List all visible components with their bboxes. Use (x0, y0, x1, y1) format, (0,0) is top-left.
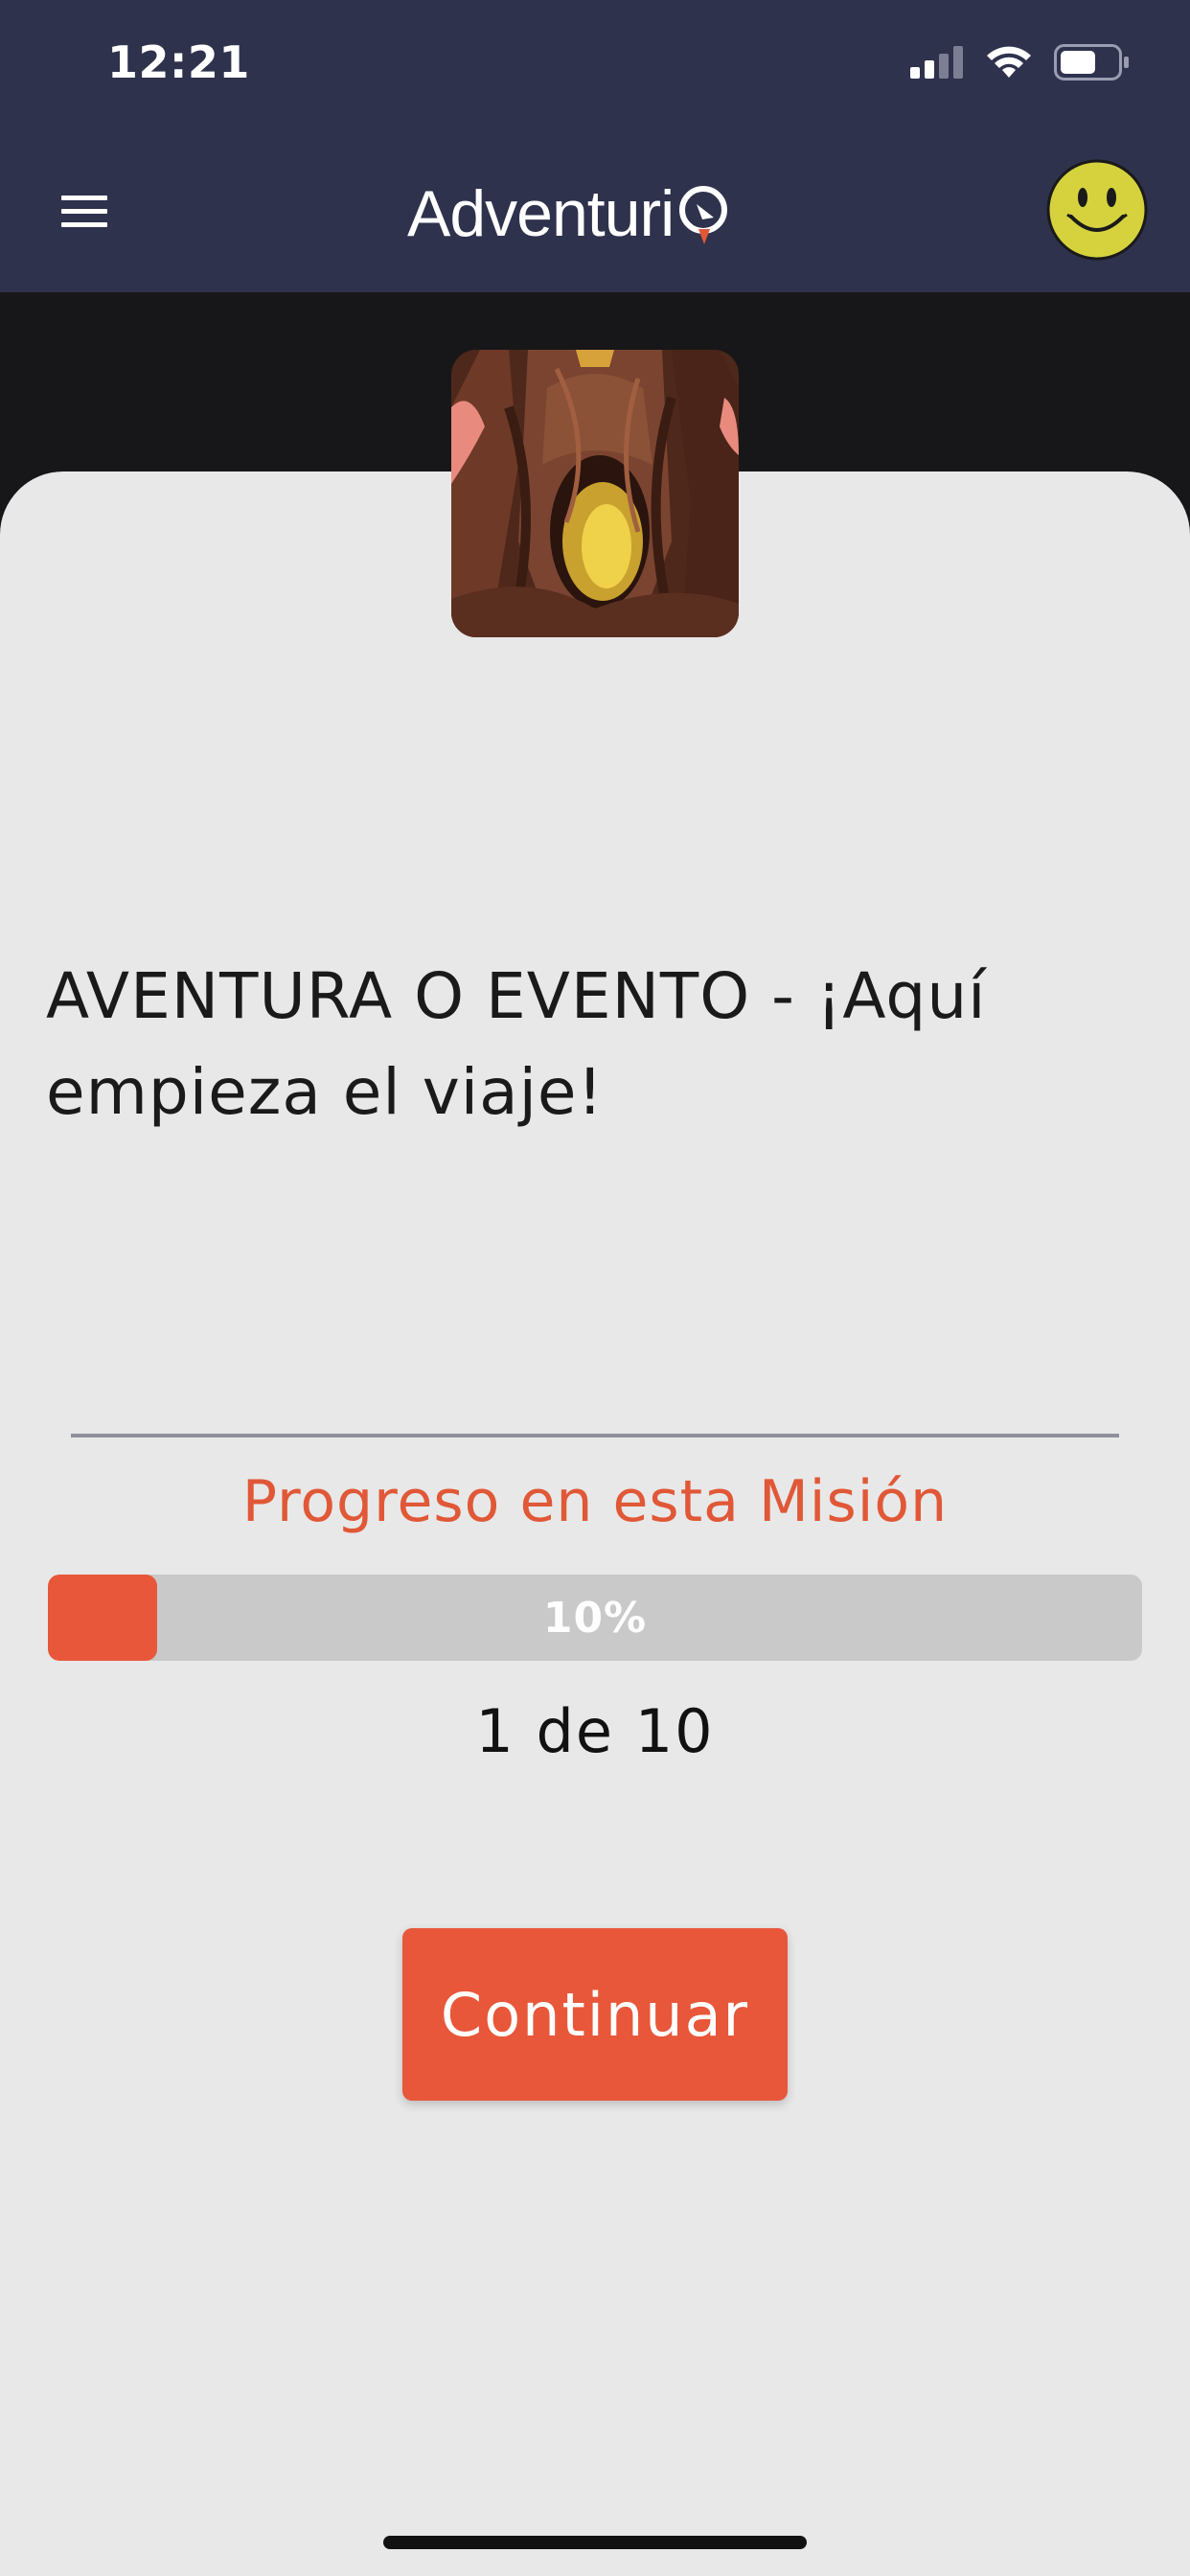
status-time: 12:21 (107, 36, 250, 88)
progress-count: 1 de 10 (475, 1696, 715, 1766)
mission-title: AVENTURA O EVENTO - ¡Aquí empieza el via… (46, 959, 987, 1129)
forest-cave-illustration (451, 350, 739, 637)
progress-bar: 10% (48, 1575, 1142, 1661)
brand-logo[interactable]: Adventuri (407, 171, 731, 257)
progress-heading: Progreso en esta Misión (241, 1468, 949, 1535)
hamburger-menu-icon (61, 194, 107, 232)
wifi-icon (985, 45, 1033, 83)
app-header: 12:21 Adventuri (0, 0, 1190, 292)
battery-icon (1054, 44, 1131, 84)
continue-button[interactable]: Continuar (402, 1928, 788, 2101)
status-icons (910, 44, 1131, 84)
smiley-face-icon (1046, 159, 1148, 264)
compass-pin-icon (675, 173, 731, 254)
progress-percent: 10% (542, 1593, 648, 1643)
brand-name: Adventuri (407, 177, 675, 250)
cellular-signal-icon (910, 46, 964, 82)
menu-button[interactable] (56, 184, 113, 242)
avatar[interactable] (1046, 159, 1148, 261)
mission-screen: 12:21 Adventuri AVENTURA O EVENTO - ¡Aqu… (0, 0, 1190, 2576)
mission-image (451, 350, 739, 637)
home-indicator (383, 2536, 807, 2549)
divider (71, 1434, 1119, 1438)
